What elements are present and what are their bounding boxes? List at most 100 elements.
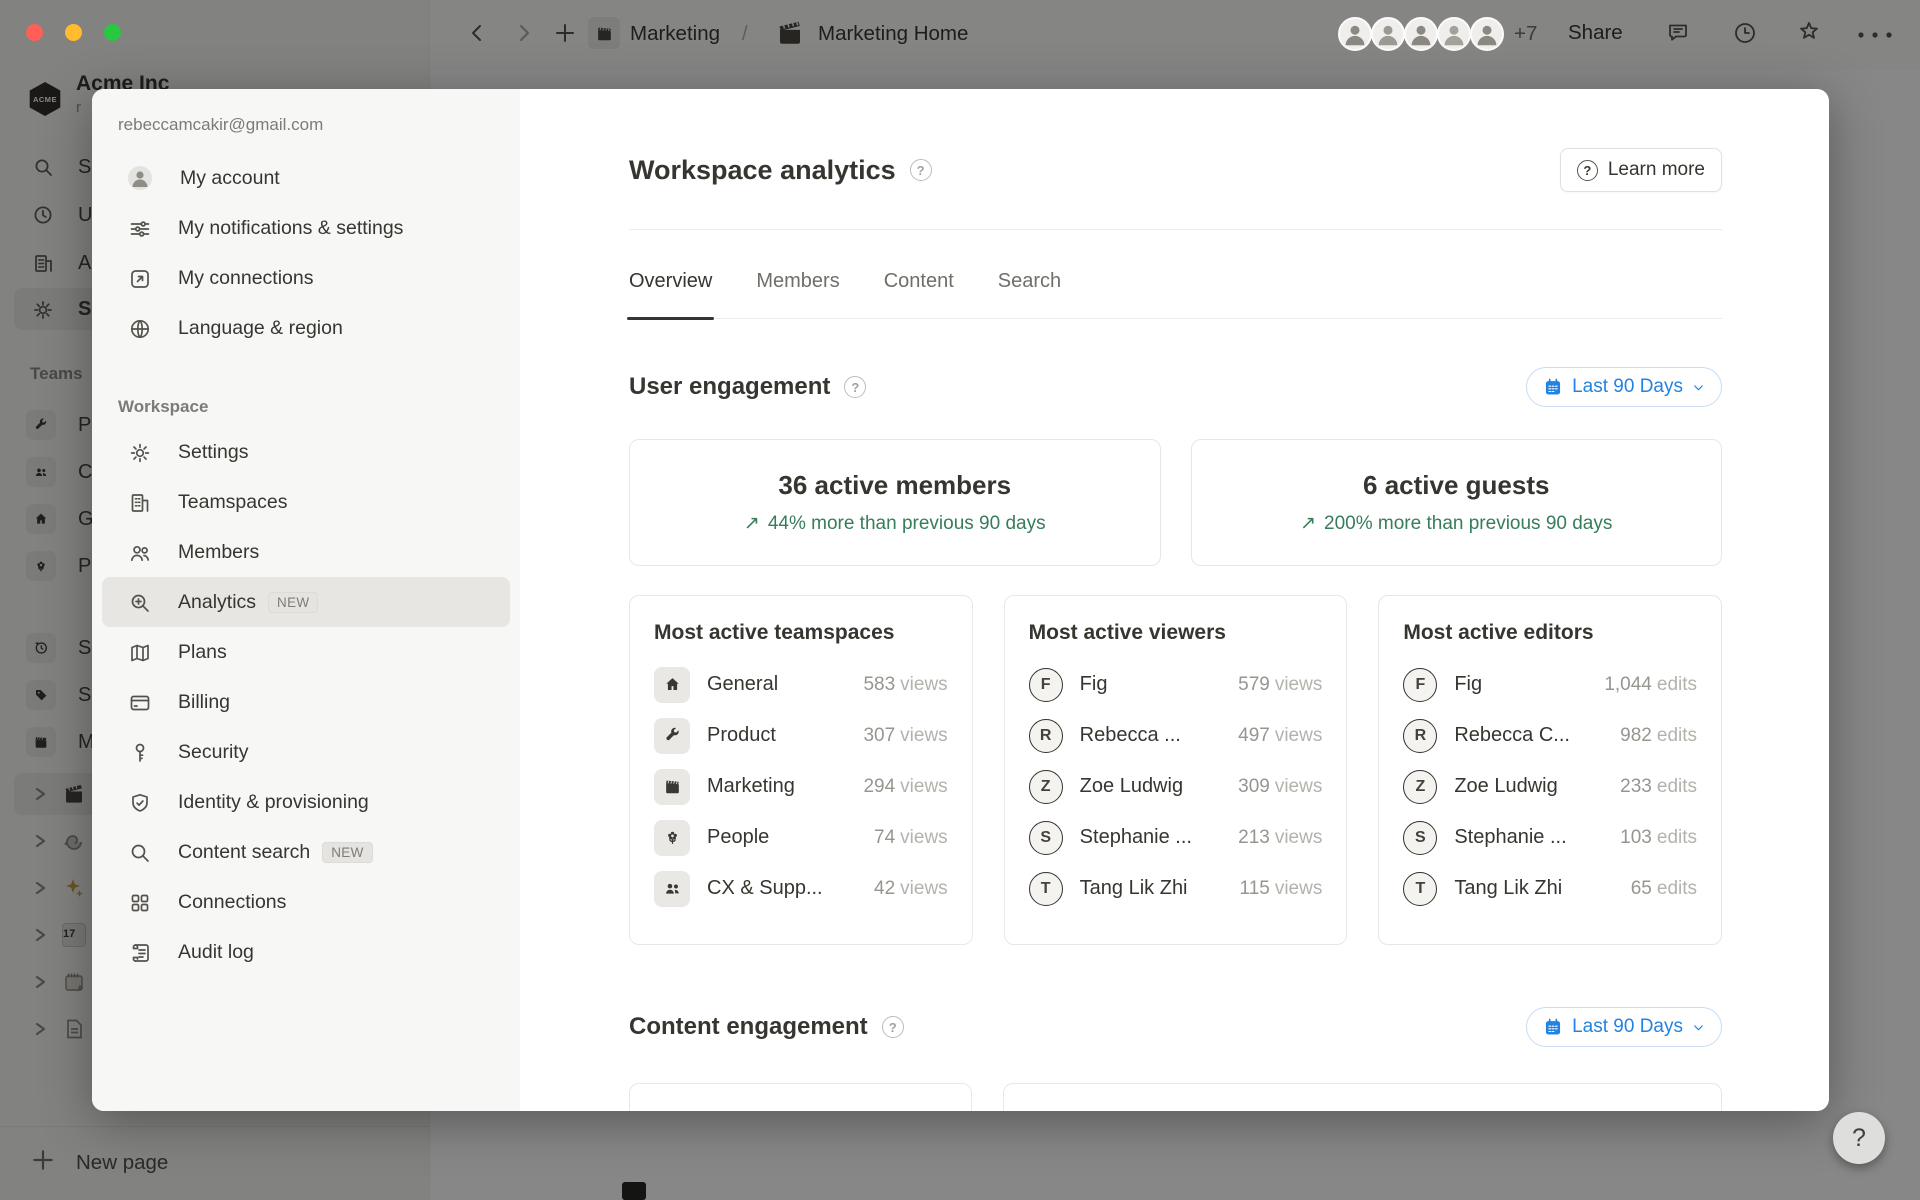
settings-item-content-search[interactable]: Content search NEW	[102, 827, 510, 877]
leaderboard-row[interactable]: S Stephanie ... 103edits	[1403, 812, 1697, 863]
settings-item-connections[interactable]: Connections	[102, 877, 510, 927]
card-most-active-teamspaces: Most active teamspaces General 583views …	[629, 595, 973, 945]
leaderboard-row[interactable]: CX & Supp... 42views	[654, 863, 948, 914]
tab-content[interactable]: Content	[884, 270, 954, 318]
settings-item-teamspaces[interactable]: Teamspaces	[102, 477, 510, 527]
magnifier-plus-icon	[128, 591, 150, 613]
user-avatar: F	[1403, 668, 1437, 702]
help-circle-icon[interactable]: ?	[844, 376, 866, 398]
tab-search[interactable]: Search	[998, 270, 1061, 318]
grid-icon	[128, 891, 150, 913]
calendar-icon	[1543, 1017, 1563, 1037]
leaderboard-row[interactable]: Z Zoe Ludwig 309views	[1029, 761, 1323, 812]
stat-delta: ↗ 44% more than previous 90 days	[744, 512, 1046, 535]
arrow-up-right-box-icon	[128, 267, 150, 289]
collaborator-avatar-4[interactable]	[1437, 17, 1471, 51]
close-window-button[interactable]	[26, 24, 43, 41]
leaderboard-row[interactable]: R Rebecca C... 982edits	[1403, 710, 1697, 761]
help-circle-icon[interactable]: ?	[882, 1016, 904, 1038]
building-icon	[128, 491, 150, 513]
leaderboard-row[interactable]: S Stephanie ... 213views	[1029, 812, 1323, 863]
settings-item-billing[interactable]: Billing	[102, 677, 510, 727]
user-avatar: S	[1029, 821, 1063, 855]
account-email: rebeccamcakir@gmail.com	[118, 115, 520, 137]
leaderboard-row[interactable]: People 74views	[654, 812, 948, 863]
key-icon	[128, 741, 150, 763]
settings-item-my-account[interactable]: My account	[102, 153, 510, 203]
title-divider	[629, 229, 1722, 230]
wrench-icon	[654, 718, 690, 754]
settings-item-identity[interactable]: Identity & provisioning	[102, 777, 510, 827]
leaderboard-row[interactable]: T Tang Lik Zhi 115views	[1029, 863, 1323, 914]
calendar-icon	[1543, 377, 1563, 397]
trend-up-icon: ↗	[744, 512, 760, 535]
settings-item-plans[interactable]: Plans	[102, 627, 510, 677]
settings-item-analytics[interactable]: Analytics NEW	[102, 577, 510, 627]
stat-card-active-guests: 6 active guests ↗ 200% more than previou…	[1191, 439, 1723, 566]
user-avatar: R	[1403, 719, 1437, 753]
analytics-panel: Workspace analytics ? ? Learn more Overv…	[520, 89, 1829, 1111]
collaborator-avatar-2[interactable]	[1371, 17, 1405, 51]
help-circle-icon: ?	[1577, 160, 1598, 181]
sliders-icon	[128, 217, 150, 239]
credit-card-icon	[128, 691, 150, 713]
user-avatar: T	[1029, 872, 1063, 906]
house-icon	[654, 667, 690, 703]
leaderboard-row[interactable]: T Tang Lik Zhi 65edits	[1403, 863, 1697, 914]
leaderboard-row[interactable]: F Fig 1,044edits	[1403, 659, 1697, 710]
people-icon	[128, 541, 150, 563]
zoom-window-button[interactable]	[104, 24, 121, 41]
settings-item-members[interactable]: Members	[102, 527, 510, 577]
leaderboard-row[interactable]: Marketing 294views	[654, 761, 948, 812]
user-avatar: F	[1029, 668, 1063, 702]
new-badge: NEW	[322, 842, 372, 863]
settings-item-security[interactable]: Security	[102, 727, 510, 777]
trend-up-icon: ↗	[1300, 512, 1316, 535]
tab-members[interactable]: Members	[756, 270, 839, 318]
stat-card-active-members: 36 active members ↗ 44% more than previo…	[629, 439, 1161, 566]
leaderboard-row[interactable]: F Fig 579views	[1029, 659, 1323, 710]
card-most-active-viewers: Most active viewers F Fig 579views R Reb…	[1004, 595, 1348, 945]
user-avatar: T	[1403, 872, 1437, 906]
tab-overview[interactable]: Overview	[629, 270, 712, 318]
two-people-icon	[654, 871, 690, 907]
gear-icon	[128, 441, 150, 463]
stat-delta: ↗ 200% more than previous 90 days	[1300, 512, 1612, 535]
settings-item-settings[interactable]: Settings	[102, 427, 510, 477]
leaderboard-row[interactable]: Product 307views	[654, 710, 948, 761]
collaborator-avatar-3[interactable]	[1404, 17, 1438, 51]
new-badge: NEW	[268, 592, 318, 613]
leaderboard-row[interactable]: General 583views	[654, 659, 948, 710]
leaderboard-row[interactable]: Z Zoe Ludwig 233edits	[1403, 761, 1697, 812]
workspace-section-header: Workspace	[118, 397, 520, 419]
settings-item-language-region[interactable]: Language & region	[102, 303, 510, 353]
window-controls	[26, 24, 121, 41]
minimize-window-button[interactable]	[65, 24, 82, 41]
card-most-active-editors: Most active editors F Fig 1,044edits R R…	[1378, 595, 1722, 945]
collaborator-avatar-5[interactable]	[1470, 17, 1504, 51]
chevron-down-icon	[1692, 381, 1705, 394]
settings-item-audit-log[interactable]: Audit log	[102, 927, 510, 977]
map-icon	[128, 641, 150, 663]
settings-item-notifications[interactable]: My notifications & settings	[102, 203, 510, 253]
analytics-tabs: Overview Members Content Search	[629, 270, 1722, 319]
leaderboard-row[interactable]: R Rebecca ... 497views	[1029, 710, 1323, 761]
scroll-icon	[128, 941, 150, 963]
user-avatar-icon	[128, 166, 152, 190]
clapperboard-icon	[654, 769, 690, 805]
help-circle-icon[interactable]: ?	[910, 159, 932, 181]
date-range-dropdown[interactable]: Last 90 Days	[1526, 367, 1722, 407]
magnifier-icon	[128, 841, 150, 863]
learn-more-button[interactable]: ? Learn more	[1560, 148, 1722, 192]
user-avatar: S	[1403, 821, 1437, 855]
user-avatar: Z	[1403, 770, 1437, 804]
collaborator-avatar-1[interactable]	[1338, 17, 1372, 51]
section-title-content-engagement: Content engagement ?	[629, 1013, 904, 1041]
help-button[interactable]: ?	[1833, 1112, 1885, 1164]
settings-item-my-connections[interactable]: My connections	[102, 253, 510, 303]
user-avatar: R	[1029, 719, 1063, 753]
date-range-dropdown[interactable]: Last 90 Days	[1526, 1007, 1722, 1047]
partial-card	[1003, 1083, 1722, 1111]
shield-check-icon	[128, 791, 150, 813]
chevron-down-icon	[1692, 1021, 1705, 1034]
